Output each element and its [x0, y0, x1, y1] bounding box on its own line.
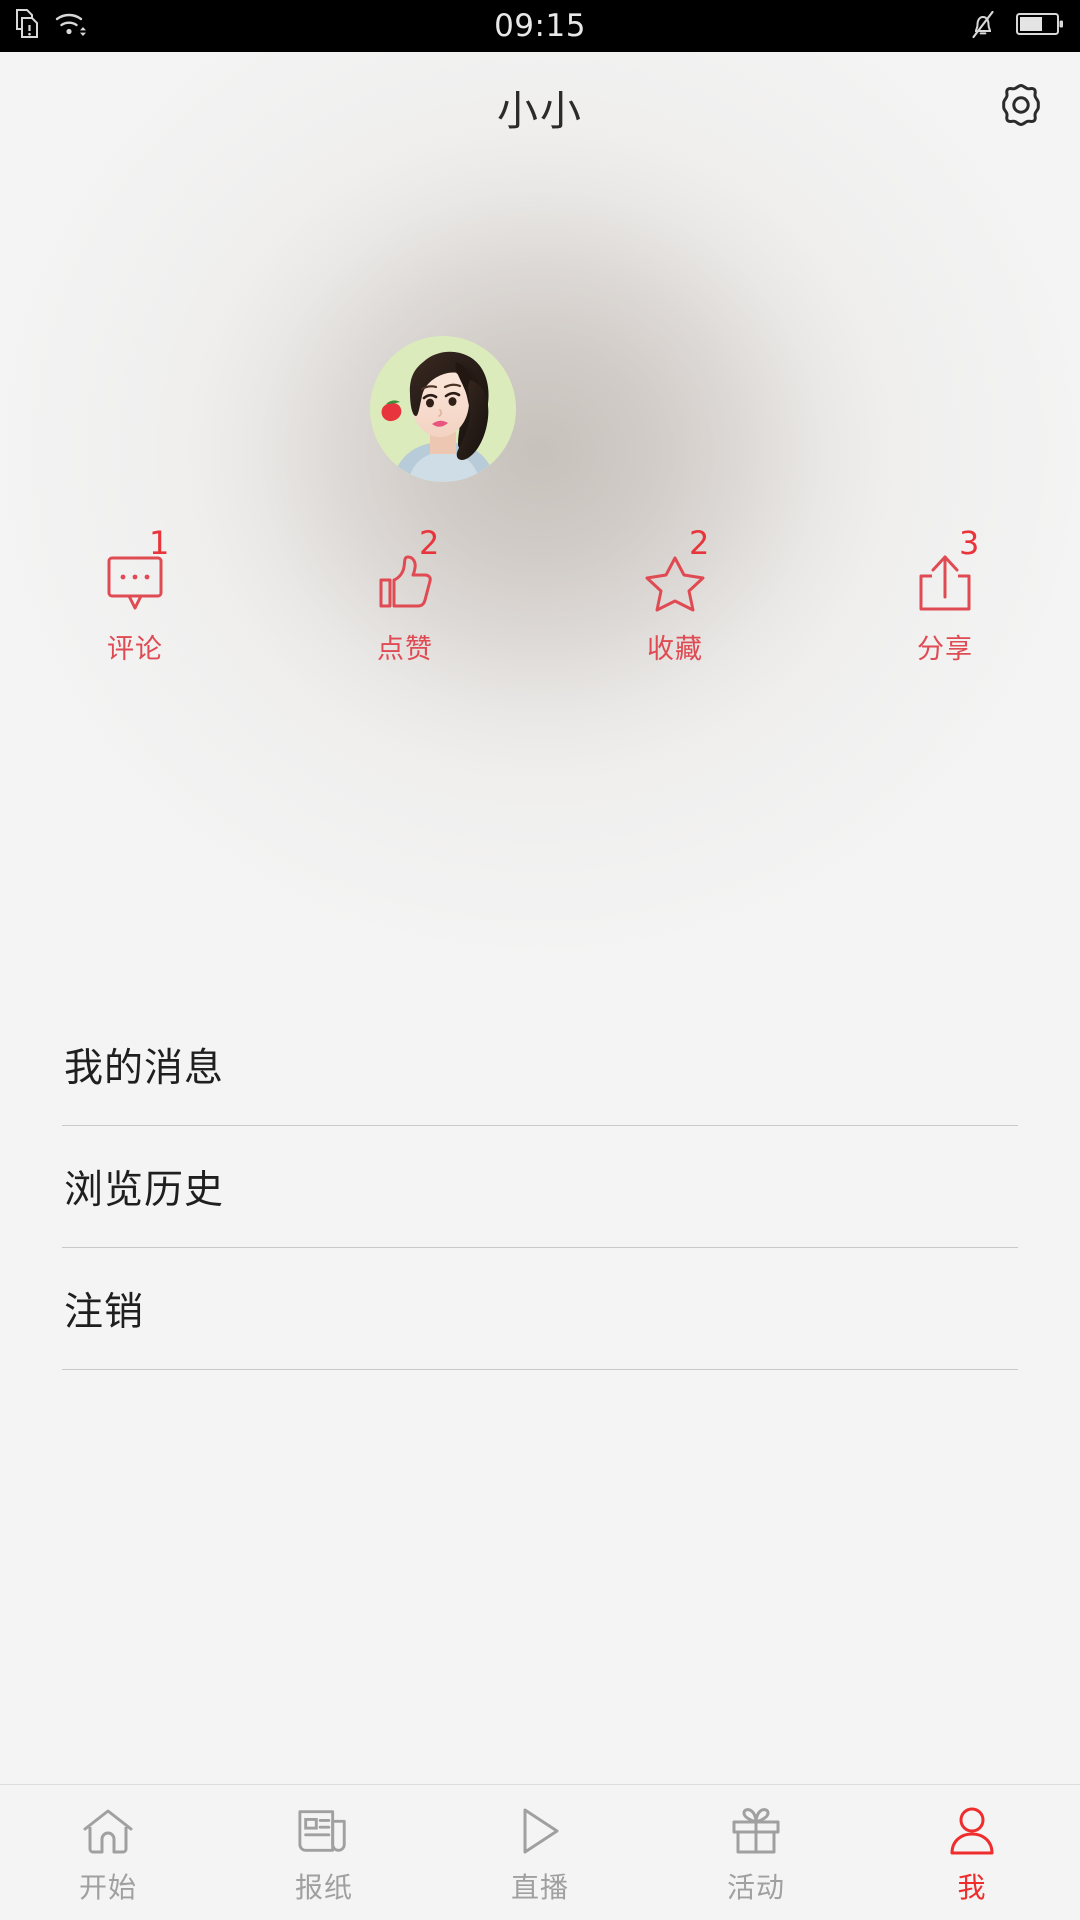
app-header: 小小 — [0, 52, 1080, 162]
profile-hero-background — [0, 52, 1080, 960]
sim-warning-icon — [14, 8, 40, 45]
status-bar-left-icons — [14, 0, 88, 52]
menu-item-label: 注销 — [64, 1291, 145, 1334]
star-icon — [644, 554, 706, 617]
stat-icon-wrap: 3 — [913, 527, 979, 618]
menu-item-browse-history[interactable]: 浏览历史 — [0, 1126, 1080, 1248]
stat-likes[interactable]: 2 点赞 — [270, 527, 540, 675]
stat-comments[interactable]: 1 评论 — [0, 527, 270, 675]
nav-item-start[interactable]: 开始 — [0, 1785, 216, 1920]
stat-label: 点赞 — [377, 634, 433, 664]
stat-favorites[interactable]: 2 收藏 — [540, 527, 810, 675]
nav-item-live[interactable]: 直播 — [432, 1785, 648, 1920]
play-icon — [513, 1806, 567, 1856]
gear-icon — [992, 78, 1050, 141]
comment-bubble-icon — [105, 554, 165, 617]
stat-shares[interactable]: 3 分享 — [810, 527, 1080, 675]
nav-item-label: 我 — [957, 1871, 987, 1903]
stat-icon-wrap: 1 — [103, 527, 169, 617]
avatar[interactable] — [370, 336, 516, 482]
newspaper-icon — [297, 1806, 351, 1856]
wifi-icon — [54, 9, 88, 44]
nav-item-newspaper[interactable]: 报纸 — [216, 1785, 432, 1920]
nav-item-me[interactable]: 我 — [864, 1785, 1080, 1920]
page-title: 小小 — [497, 88, 583, 134]
profile-stats-row: 1 评论 2 点赞 2 收藏 3 分享 — [0, 527, 1080, 675]
app-screen: 09:15 小小 1 评论 2 点赞 2 收藏 3 分享 我的消息 浏览历史 注… — [0, 0, 1080, 1920]
status-bar-clock: 09:15 — [494, 8, 586, 44]
home-icon — [81, 1806, 135, 1856]
nav-item-label: 活动 — [726, 1871, 785, 1903]
stat-count: 3 — [959, 524, 980, 562]
settings-button[interactable] — [990, 78, 1052, 140]
gift-icon — [729, 1806, 783, 1856]
battery-icon — [1016, 11, 1064, 42]
stat-icon-wrap: 2 — [643, 527, 709, 617]
person-icon — [945, 1806, 999, 1856]
menu-list: 我的消息 浏览历史 注销 — [0, 1004, 1080, 1370]
stat-count: 2 — [419, 524, 440, 562]
stat-count: 1 — [149, 524, 170, 562]
nav-item-activity[interactable]: 活动 — [648, 1785, 864, 1920]
avatar-photo — [370, 336, 516, 482]
stat-label: 评论 — [107, 634, 163, 664]
status-bar: 09:15 — [0, 0, 1080, 52]
nav-item-label: 报纸 — [294, 1871, 353, 1903]
menu-item-logout[interactable]: 注销 — [0, 1248, 1080, 1370]
bottom-navigation-bar: 开始 报纸 直播 活动 我 — [0, 1784, 1080, 1920]
menu-item-my-messages[interactable]: 我的消息 — [0, 1004, 1080, 1126]
share-upload-icon — [917, 553, 973, 618]
status-bar-right-icons — [968, 0, 1064, 52]
nav-item-label: 开始 — [78, 1871, 137, 1903]
menu-item-label: 我的消息 — [64, 1047, 225, 1090]
menu-separator — [62, 1369, 1018, 1370]
stat-label: 收藏 — [647, 634, 703, 664]
thumbs-up-icon — [377, 554, 433, 617]
stat-label: 分享 — [917, 634, 973, 664]
menu-item-label: 浏览历史 — [64, 1169, 225, 1212]
nav-item-label: 直播 — [510, 1871, 569, 1903]
stat-count: 2 — [689, 524, 710, 562]
bell-muted-icon — [968, 8, 998, 45]
stat-icon-wrap: 2 — [373, 527, 439, 617]
